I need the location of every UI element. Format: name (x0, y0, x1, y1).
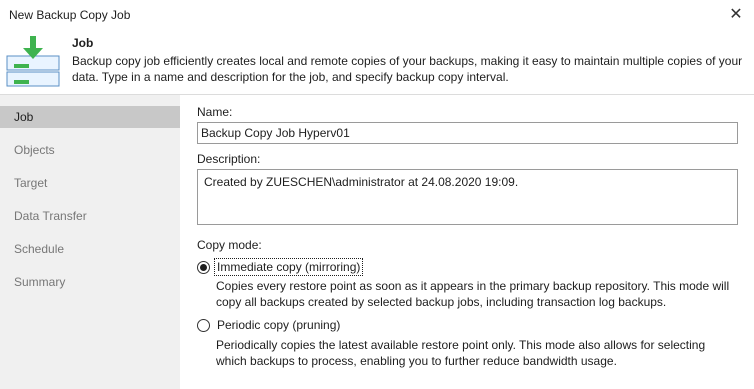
description-label: Description: (197, 152, 261, 166)
sidebar-item-summary[interactable]: Summary (0, 271, 180, 293)
immediate-copy-label[interactable]: Immediate copy (mirroring) (213, 258, 364, 276)
sidebar-item-target[interactable]: Target (0, 172, 180, 194)
copy-mode-label: Copy mode: (197, 238, 262, 252)
job-settings-panel: Name: Description: Created by ZUESCHEN\a… (180, 95, 754, 389)
sidebar-item-data-transfer[interactable]: Data Transfer (0, 205, 180, 227)
periodic-copy-description: Periodically copies the latest available… (216, 338, 706, 368)
periodic-copy-label[interactable]: Periodic copy (pruning) (215, 317, 342, 333)
backup-copy-job-icon (6, 36, 60, 87)
window-title: New Backup Copy Job (9, 8, 131, 22)
sidebar-item-schedule[interactable]: Schedule (0, 238, 180, 260)
sidebar-item-job[interactable]: Job (0, 106, 180, 128)
wizard-steps-sidebar: Job Objects Target Data Transfer Schedul… (0, 95, 180, 389)
job-name-input[interactable] (197, 122, 738, 144)
wizard-header: Job Backup copy job efficiently creates … (0, 31, 754, 94)
close-icon[interactable]: ✕ (724, 4, 748, 26)
name-label: Name: (197, 105, 233, 119)
job-description-textarea[interactable]: Created by ZUESCHEN\administrator at 24.… (197, 169, 738, 225)
immediate-copy-radio[interactable] (197, 260, 210, 274)
header-description: Backup copy job efficiently creates loca… (72, 54, 743, 84)
sidebar-item-objects[interactable]: Objects (0, 139, 180, 161)
header-title: Job (72, 36, 94, 50)
immediate-copy-description: Copies every restore point as soon as it… (216, 279, 730, 309)
immediate-copy-option[interactable]: Immediate copy (mirroring) (197, 258, 364, 276)
periodic-copy-radio[interactable] (197, 318, 210, 332)
periodic-copy-option[interactable]: Periodic copy (pruning) (197, 316, 342, 334)
title-bar: New Backup Copy Job ✕ (0, 0, 754, 31)
